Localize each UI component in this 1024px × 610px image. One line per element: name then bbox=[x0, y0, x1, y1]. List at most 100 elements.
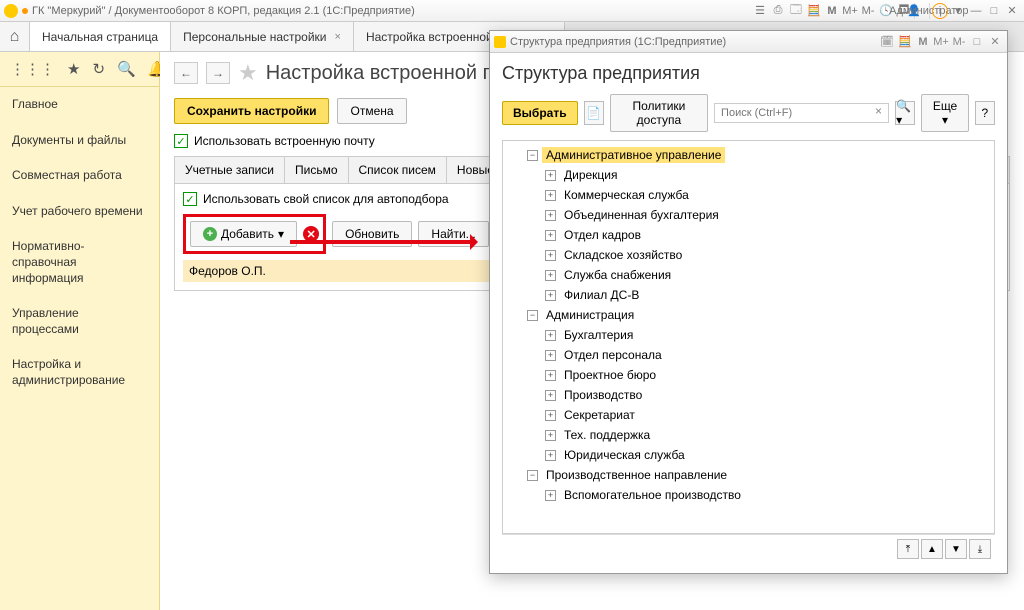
mminus-indicator[interactable]: M- bbox=[860, 3, 876, 19]
toolbar-icon[interactable]: ☰ bbox=[752, 3, 768, 19]
sidebar-item[interactable]: Документы и файлы bbox=[0, 123, 159, 159]
tree-node[interactable]: Администрация bbox=[542, 307, 638, 323]
maximize-button[interactable]: □ bbox=[986, 3, 1002, 19]
save-button[interactable]: Сохранить настройки bbox=[174, 98, 329, 124]
history-icon[interactable]: ↻ bbox=[92, 60, 105, 78]
tree-node[interactable]: Складское хозяйство bbox=[560, 247, 686, 263]
scroll-top-button[interactable]: ⤒ bbox=[897, 539, 919, 559]
search-field[interactable] bbox=[715, 104, 869, 122]
back-button[interactable]: ← bbox=[174, 62, 198, 84]
sidebar-item[interactable]: Настройка и администрирование bbox=[0, 347, 159, 398]
forward-button[interactable]: → bbox=[206, 62, 230, 84]
tree-node[interactable]: Объединенная бухгалтерия bbox=[560, 207, 723, 223]
tree-node[interactable]: Тех. поддержка bbox=[560, 427, 654, 443]
tree-node[interactable]: Дирекция bbox=[560, 167, 622, 183]
menu-icon[interactable]: ⋮⋮⋮ bbox=[10, 60, 55, 78]
expand-icon[interactable]: + bbox=[545, 410, 556, 421]
tree-node[interactable]: Вспомогательное производство bbox=[560, 487, 745, 503]
expand-icon[interactable]: + bbox=[545, 230, 556, 241]
clear-icon[interactable]: × bbox=[869, 104, 888, 122]
close-icon[interactable]: × bbox=[335, 31, 341, 43]
expand-icon[interactable]: + bbox=[545, 370, 556, 381]
tree-node[interactable]: Служба снабжения bbox=[560, 267, 675, 283]
subtab[interactable]: Учетные записи bbox=[175, 157, 285, 183]
tree-node[interactable]: Бухгалтерия bbox=[560, 327, 637, 343]
toolbar-icon[interactable]: 🧮 bbox=[897, 34, 913, 50]
tree-view[interactable]: −Административное управление +Дирекция +… bbox=[502, 140, 995, 534]
mplus-indicator[interactable]: M+ bbox=[842, 3, 858, 19]
tree-node[interactable]: Производство bbox=[560, 387, 646, 403]
tree-node[interactable]: Производственное направление bbox=[542, 467, 731, 483]
m-indicator[interactable]: M bbox=[915, 34, 931, 50]
tree-node[interactable]: Секретариат bbox=[560, 407, 639, 423]
expand-icon[interactable]: + bbox=[545, 270, 556, 281]
search-input[interactable]: × bbox=[714, 103, 889, 123]
help-button[interactable]: ? bbox=[975, 101, 995, 125]
dropdown-icon[interactable]: ▾ bbox=[950, 3, 966, 19]
create-button[interactable]: 📄 bbox=[584, 101, 604, 125]
star-icon[interactable]: ★ bbox=[67, 60, 80, 78]
checkbox-own-list[interactable]: ✓ bbox=[183, 192, 197, 206]
expand-icon[interactable]: + bbox=[545, 350, 556, 361]
policies-button[interactable]: Политики доступа bbox=[610, 94, 708, 132]
expand-icon[interactable]: + bbox=[545, 170, 556, 181]
close-button[interactable]: ✕ bbox=[987, 34, 1003, 50]
favorite-icon[interactable]: ★ bbox=[238, 60, 258, 86]
tree-node-root[interactable]: Административное управление bbox=[542, 147, 725, 163]
tree-node[interactable]: Отдел персонала bbox=[560, 347, 666, 363]
scroll-up-button[interactable]: ▲ bbox=[921, 539, 943, 559]
expand-icon[interactable]: + bbox=[545, 210, 556, 221]
add-button[interactable]: + Добавить ▾ bbox=[190, 221, 297, 247]
home-icon[interactable]: ⌂ bbox=[0, 22, 30, 51]
sidebar-item[interactable]: Совместная работа bbox=[0, 158, 159, 194]
scroll-bottom-button[interactable]: ⤓ bbox=[969, 539, 991, 559]
scroll-down-button[interactable]: ▼ bbox=[945, 539, 967, 559]
toolbar-icon[interactable]: 🗔 bbox=[788, 3, 804, 19]
expand-icon[interactable]: + bbox=[545, 430, 556, 441]
expand-icon[interactable]: + bbox=[545, 190, 556, 201]
tree-node[interactable]: Юридическая служба bbox=[560, 447, 689, 463]
checkbox-label: Использовать свой список для автоподбора bbox=[203, 192, 449, 206]
tree-node[interactable]: Отдел кадров bbox=[560, 227, 645, 243]
m-indicator[interactable]: M bbox=[824, 3, 840, 19]
tree-node[interactable]: Коммерческая служба bbox=[560, 187, 693, 203]
collapse-icon[interactable]: − bbox=[527, 310, 538, 321]
subtab[interactable]: Список писем bbox=[349, 157, 447, 183]
cancel-button[interactable]: Отмена bbox=[337, 98, 406, 124]
info-icon[interactable]: i bbox=[932, 3, 948, 19]
sidebar-item[interactable]: Нормативно-справочная информация bbox=[0, 229, 159, 296]
tree-node[interactable]: Проектное бюро bbox=[560, 367, 660, 383]
sidebar-item[interactable]: Главное bbox=[0, 87, 159, 123]
expand-icon[interactable]: + bbox=[545, 390, 556, 401]
subtab[interactable]: Письмо bbox=[285, 157, 349, 183]
maximize-button[interactable]: □ bbox=[969, 34, 985, 50]
sidebar-item[interactable]: Управление процессами bbox=[0, 296, 159, 347]
dialog-title: Структура предприятия bbox=[502, 63, 995, 84]
tree-node[interactable]: Филиал ДС-В bbox=[560, 287, 643, 303]
collapse-icon[interactable]: − bbox=[527, 470, 538, 481]
checkbox-use-builtin[interactable]: ✓ bbox=[174, 134, 188, 148]
toolbar-icon[interactable]: 🧮 bbox=[806, 3, 822, 19]
toolbar-icon[interactable]: 🗓 bbox=[879, 34, 895, 50]
close-button[interactable]: ✕ bbox=[1004, 3, 1020, 19]
more-button[interactable]: Еще ▾ bbox=[921, 94, 969, 132]
mplus-indicator[interactable]: M+ bbox=[933, 34, 949, 50]
expand-icon[interactable]: + bbox=[545, 330, 556, 341]
expand-icon[interactable]: + bbox=[545, 490, 556, 501]
tab-home[interactable]: Начальная страница bbox=[30, 22, 171, 51]
mminus-indicator[interactable]: M- bbox=[951, 34, 967, 50]
sidebar-item[interactable]: Учет рабочего времени bbox=[0, 194, 159, 230]
search-icon[interactable]: 🔍 bbox=[117, 60, 136, 78]
app-title: ГК "Меркурий" / Документооборот 8 КОРП, … bbox=[32, 5, 415, 17]
expand-icon[interactable]: + bbox=[545, 450, 556, 461]
minimize-button[interactable]: — bbox=[968, 3, 984, 19]
collapse-icon[interactable]: − bbox=[527, 150, 538, 161]
toolbar-icon[interactable]: ⎙ bbox=[770, 3, 786, 19]
select-button[interactable]: Выбрать bbox=[502, 101, 578, 125]
expand-icon[interactable]: + bbox=[545, 290, 556, 301]
app-logo bbox=[4, 4, 18, 18]
plus-icon: + bbox=[203, 227, 217, 241]
expand-icon[interactable]: + bbox=[545, 250, 556, 261]
search-button[interactable]: 🔍▾ bbox=[895, 101, 915, 125]
tab-personal-settings[interactable]: Персональные настройки× bbox=[171, 22, 354, 51]
